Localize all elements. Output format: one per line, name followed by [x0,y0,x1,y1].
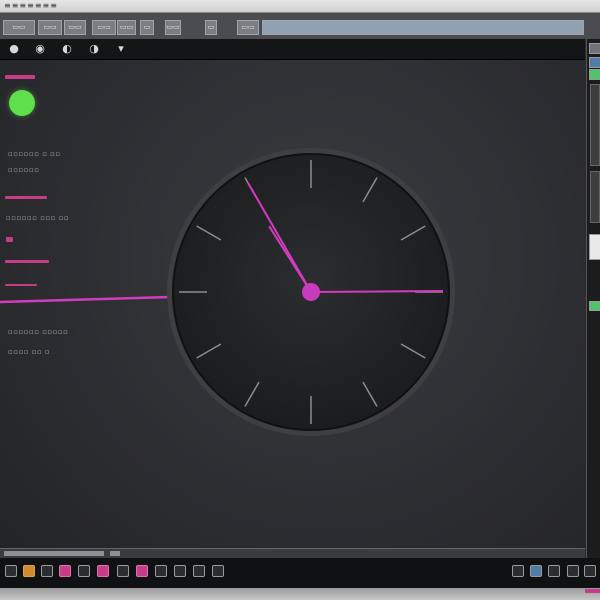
sidebar-button[interactable] [589,57,600,68]
tab-4[interactable]: ▭▭ [92,20,116,35]
taskbar-icon[interactable] [174,565,186,577]
tab-2[interactable]: ▭▭ [38,20,62,35]
status-segment [110,551,120,556]
scroll-thumb[interactable] [589,234,600,260]
app-window: ≡≡≡≡≡≡≡ ▭▭ ▭▭ ▭▭ ▭▭ ▭▭ ▭ ▭▭ ▭ ▭▭ ● ◉ ◐ ◑… [0,0,600,600]
tab-8[interactable]: ▭ [205,20,217,35]
scroll-track[interactable] [590,171,600,223]
sidebar-button[interactable] [589,69,600,80]
sweep-hand [310,290,444,293]
refresh-icon[interactable]: ◑ [87,42,101,56]
status-segment [4,551,104,556]
title-bar: ≡≡≡≡≡≡≡ [0,0,600,13]
taskbar-icon[interactable] [212,565,224,577]
taskbar-icon[interactable] [78,565,90,577]
record-icon[interactable]: ● [7,42,21,56]
tab-3[interactable]: ▭▭ [64,20,86,35]
tab-9[interactable]: ▭▭ [237,20,259,35]
accent-bar [585,589,600,593]
main-canvas: ▫▫▫▫▫▫ ▫ ▫▫ ▫▫▫▫▫▫ ▫▫▫▫▫▫ ▫▫▫ ▫▫ ▫▫▫▫▫▫ … [0,60,585,556]
taskbar-icon[interactable] [155,565,167,577]
taskbar-icon[interactable] [136,565,148,577]
analog-clock [167,148,455,436]
taskbar-icon[interactable] [97,565,109,577]
scroll-track[interactable] [590,84,600,166]
taskbar-icon[interactable] [117,565,129,577]
taskbar [0,558,600,588]
taskbar-icon[interactable] [567,565,579,577]
tab-7[interactable]: ▭▭ [165,20,181,35]
tab-6[interactable]: ▭ [140,20,154,35]
shield-icon[interactable]: ◐ [60,42,74,56]
sidebar-button[interactable] [589,301,600,311]
toolbar: ● ◉ ◐ ◑ ▾ [0,39,585,60]
taskbar-icon[interactable] [41,565,53,577]
window-title: ≡≡≡≡≡≡≡ [4,1,58,10]
tab-bar: ▭▭ ▭▭ ▭▭ ▭▭ ▭▭ ▭ ▭▭ ▭ ▭▭ [0,13,600,39]
taskbar-icon[interactable] [584,565,596,577]
taskbar-icon[interactable] [512,565,524,577]
window-frame-bottom [0,588,600,600]
sidebar-button[interactable] [589,43,600,54]
dropdown-icon[interactable]: ▾ [114,42,128,56]
address-bar[interactable] [262,20,584,35]
taskbar-icon[interactable] [548,565,560,577]
taskbar-icon[interactable] [59,565,71,577]
clock-center-pin [302,283,320,301]
taskbar-icon[interactable] [530,565,542,577]
settings-icon[interactable]: ◉ [33,42,47,56]
taskbar-icon[interactable] [5,565,17,577]
right-sidebar [586,39,600,558]
tab-1[interactable]: ▭▭ [3,20,35,35]
tab-5[interactable]: ▭▭ [117,20,136,35]
taskbar-icon[interactable] [23,565,35,577]
taskbar-icon[interactable] [193,565,205,577]
